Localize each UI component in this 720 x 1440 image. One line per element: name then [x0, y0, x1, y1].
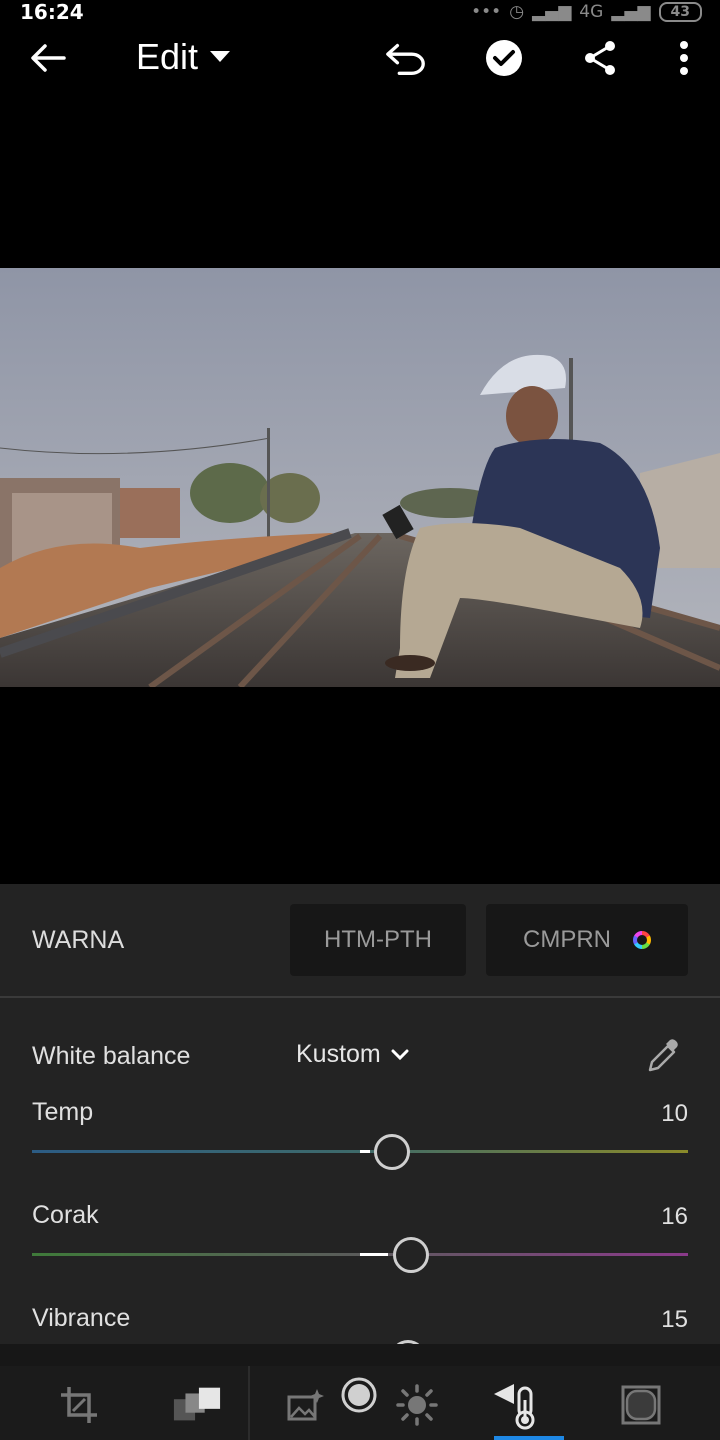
active-tab-indicator — [494, 1436, 564, 1440]
more-vert-icon[interactable] — [662, 36, 706, 80]
edit-mode-dropdown[interactable]: Edit — [136, 36, 231, 78]
color-mix-button[interactable]: CMPRN — [486, 904, 688, 976]
tint-slider-fill — [360, 1253, 388, 1256]
presets-icon[interactable] — [172, 1380, 222, 1430]
dots-icon: ••• — [471, 2, 502, 22]
light-icon[interactable] — [392, 1380, 442, 1430]
status-time: 16:24 — [20, 0, 84, 24]
signal-icon: ▂▄▆ — [532, 2, 572, 22]
network-type: 4G — [579, 2, 604, 22]
alarm-icon: ◷ — [509, 2, 525, 22]
undo-icon[interactable] — [384, 36, 428, 80]
bottom-tool-bar — [0, 1366, 720, 1440]
battery-level: 43 — [658, 2, 702, 22]
signal-icon-2: ▂▄▆ — [611, 2, 651, 22]
temp-slider-knob[interactable] — [374, 1134, 410, 1170]
temp-value: 10 — [661, 1100, 688, 1127]
share-icon[interactable] — [578, 36, 622, 80]
top-toolbar: Edit — [0, 26, 720, 90]
edit-panel: WARNA HTM-PTH CMPRN White balance Kustom… — [0, 884, 720, 1440]
white-balance-dropdown[interactable]: Kustom — [296, 1040, 409, 1069]
photo-preview[interactable] — [0, 268, 720, 690]
white-balance-value: Kustom — [296, 1040, 381, 1068]
white-balance-label: White balance — [32, 1042, 191, 1070]
vibrance-label: Vibrance — [32, 1304, 131, 1332]
bw-button[interactable]: HTM-PTH — [290, 904, 466, 976]
caret-down-icon — [210, 51, 231, 62]
tint-value: 16 — [661, 1203, 688, 1230]
page-title: Edit — [136, 36, 199, 77]
auto-enhance-icon[interactable] — [280, 1380, 330, 1430]
color-wheel-icon — [633, 931, 651, 949]
status-icons: ••• ◷ ▂▄▆ 4G ▂▄▆ 43 — [471, 2, 702, 22]
vibrance-value: 15 — [661, 1306, 688, 1333]
color-mix-label: CMPRN — [523, 926, 611, 953]
temp-label: Temp — [32, 1098, 94, 1126]
tint-label: Corak — [32, 1201, 99, 1229]
chevron-down-icon — [391, 1049, 409, 1060]
bw-button-label: HTM-PTH — [324, 926, 432, 953]
panel-bottom-fade — [0, 1344, 720, 1366]
nav-divider — [248, 1366, 250, 1440]
check-circle-icon[interactable] — [482, 36, 526, 80]
eyedropper-icon[interactable] — [644, 1036, 684, 1081]
panel-header: WARNA HTM-PTH CMPRN — [0, 884, 720, 998]
temp-slider-fill — [360, 1150, 370, 1153]
back-arrow-icon[interactable] — [26, 36, 70, 80]
crop-icon[interactable] — [54, 1380, 104, 1430]
selective-icon[interactable] — [334, 1370, 384, 1420]
vignette-icon[interactable] — [616, 1380, 666, 1430]
status-bar: 16:24 ••• ◷ ▂▄▆ 4G ▂▄▆ 43 — [0, 0, 720, 26]
tint-slider-knob[interactable] — [393, 1237, 429, 1273]
section-title: WARNA — [32, 926, 125, 954]
color-temperature-icon[interactable] — [492, 1380, 542, 1430]
